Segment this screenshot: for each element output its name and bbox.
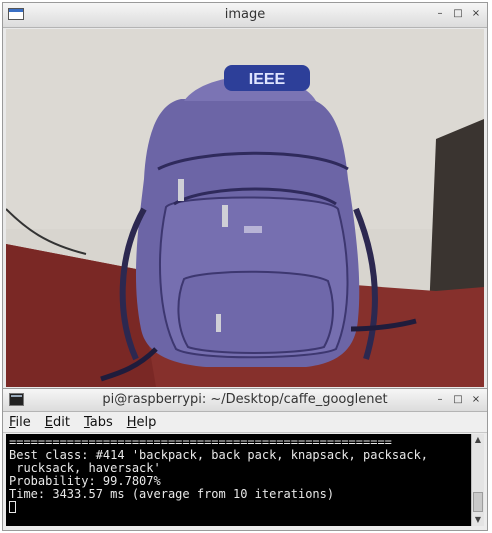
scroll-up-icon[interactable]: ▲ (472, 434, 484, 446)
menu-edit-mnemonic: E (44, 414, 53, 430)
maximize-icon[interactable]: □ (453, 7, 463, 21)
terminal-window: pi@raspberrypi: ~/Desktop/caffe_googlene… (2, 388, 488, 531)
terminal-titlebar[interactable]: pi@raspberrypi: ~/Desktop/caffe_googlene… (3, 389, 487, 412)
menu-tabs-label: abs (89, 414, 113, 430)
menu-file-label: ile (15, 414, 31, 430)
menu-help-label: elp (136, 414, 157, 430)
menu-edit-label: dit (53, 414, 70, 430)
close-icon[interactable]: × (471, 7, 481, 21)
minimize-icon[interactable]: – (435, 7, 445, 21)
terminal-output[interactable]: ========================================… (6, 434, 473, 526)
terminal-menubar: File Edit Tabs Help (3, 412, 487, 433)
image-window-title: image (224, 7, 266, 22)
minimize-icon[interactable]: – (435, 393, 445, 407)
maximize-icon[interactable]: □ (453, 393, 463, 407)
close-icon[interactable]: × (471, 393, 481, 407)
backpack-photo: IEEE (6, 29, 484, 387)
terminal-scrollbar[interactable]: ▲ ▼ (471, 434, 484, 526)
terminal-title: pi@raspberrypi: ~/Desktop/caffe_googlene… (102, 392, 388, 407)
terminal-cursor (9, 501, 16, 513)
menu-help-mnemonic: H (126, 414, 137, 430)
scroll-thumb[interactable] (473, 492, 483, 512)
menu-edit[interactable]: Edit (45, 415, 70, 430)
backpack-photo-drawing: IEEE (6, 29, 484, 387)
ieee-badge-text: IEEE (249, 71, 286, 88)
output-time: Time: 3433.57 ms (average from 10 iterat… (9, 487, 335, 501)
image-window: image – □ × IEEE (2, 2, 488, 389)
image-window-titlebar[interactable]: image – □ × (3, 3, 487, 28)
menu-file[interactable]: File (9, 415, 31, 430)
menu-tabs[interactable]: Tabs (84, 415, 113, 430)
menu-help[interactable]: Help (127, 415, 157, 430)
scroll-down-icon[interactable]: ▼ (472, 514, 484, 526)
